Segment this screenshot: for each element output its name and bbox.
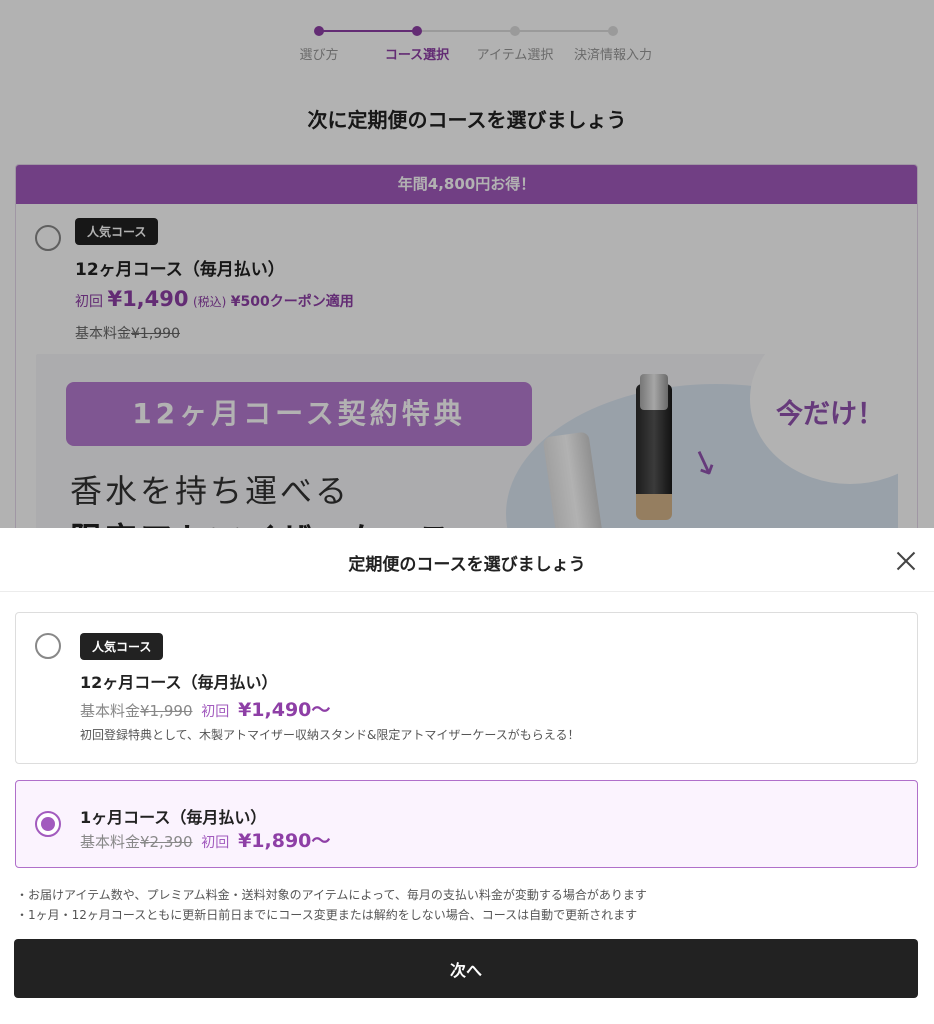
sheet-title: 定期便のコースを選びましょう [348, 555, 586, 575]
modal-backdrop[interactable] [0, 0, 934, 528]
sheet-header: 定期便のコースを選びましょう [0, 528, 934, 592]
close-icon[interactable] [891, 546, 921, 576]
course-select-sheet: 定期便のコースを選びましょう 人気コース 12ヶ月コース（毎月払い） 基本料金¥… [0, 528, 934, 1024]
note-line: ・1ヶ月・12ヶ月コースともに更新日前日までにコース変更または解約をしない場合、… [16, 908, 638, 922]
base-label: 基本料金 [80, 833, 141, 851]
first-price: ¥1,890〜 [238, 830, 331, 852]
base-label: 基本料金 [80, 702, 141, 720]
note-line: ・お届けアイテム数や、プレミアム料金・送料対象のアイテムによって、毎月の支払い料… [16, 888, 647, 902]
next-button[interactable]: 次へ [14, 939, 918, 998]
course-option-12-month[interactable]: 人気コース 12ヶ月コース（毎月払い） 基本料金¥1,990 初回 ¥1,490… [15, 612, 918, 764]
radio-selected-dot [41, 817, 55, 831]
course-benefit-note: 初回登録特典として、木製アトマイザー収納スタンド&限定アトマイザーケースがもらえ… [80, 728, 580, 742]
course-price-line: 基本料金¥2,390 初回 ¥1,890〜 [80, 826, 330, 853]
popular-badge: 人気コース [80, 633, 164, 660]
base-price: ¥1,990 [140, 702, 193, 720]
base-price: ¥2,390 [140, 833, 193, 851]
radio-button-unselected[interactable] [35, 633, 61, 659]
radio-button-selected[interactable] [35, 811, 61, 837]
first-price: ¥1,490〜 [238, 699, 331, 721]
course-name: 12ヶ月コース（毎月払い） [80, 673, 278, 692]
first-label: 初回 [201, 704, 230, 720]
course-price-line: 基本料金¥1,990 初回 ¥1,490〜 [80, 695, 330, 722]
course-option-1-month[interactable]: 1ヶ月コース（毎月払い） 基本料金¥2,390 初回 ¥1,890〜 [15, 780, 918, 868]
first-label: 初回 [201, 835, 230, 851]
course-name: 1ヶ月コース（毎月払い） [80, 808, 267, 827]
terms-notes: ・お届けアイテム数や、プレミアム料金・送料対象のアイテムによって、毎月の支払い料… [16, 885, 647, 925]
